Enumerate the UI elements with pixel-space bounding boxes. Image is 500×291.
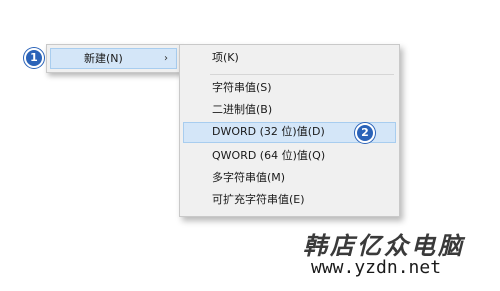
- submenu-item-dword-value-label: DWORD (32 位)值(D): [212, 125, 325, 138]
- step-badge-1: 1: [24, 48, 44, 68]
- submenu-item-qword-value[interactable]: QWORD (64 位)值(Q): [183, 146, 396, 166]
- submenu-item-string-value[interactable]: 字符串值(S): [183, 78, 396, 98]
- menu-item-new-label: 新建(N): [84, 52, 123, 65]
- submenu-item-string-value-label: 字符串值(S): [212, 81, 272, 94]
- submenu-item-key[interactable]: 项(K): [183, 48, 396, 68]
- submenu-item-key-label: 项(K): [212, 51, 239, 64]
- submenu-item-qword-value-label: QWORD (64 位)值(Q): [212, 149, 326, 162]
- submenu-item-binary-value-label: 二进制值(B): [212, 103, 273, 116]
- menu-item-new[interactable]: 新建(N) ›: [50, 48, 177, 69]
- watermark-url: www.yzdn.net: [311, 257, 442, 278]
- watermark-title: 韩店亿众电脑: [303, 231, 465, 260]
- step-badge-2: 2: [355, 123, 375, 143]
- submenu-item-expandable-string-value[interactable]: 可扩充字符串值(E): [183, 190, 396, 210]
- submenu-item-expandable-string-value-label: 可扩充字符串值(E): [212, 193, 305, 206]
- menu-separator: [210, 74, 394, 75]
- submenu-item-binary-value[interactable]: 二进制值(B): [183, 100, 396, 120]
- context-menu: 新建(N) ›: [46, 44, 181, 73]
- chevron-right-icon: ›: [164, 53, 168, 64]
- submenu-item-multi-string-value-label: 多字符串值(M): [212, 171, 286, 184]
- submenu-item-multi-string-value[interactable]: 多字符串值(M): [183, 168, 396, 188]
